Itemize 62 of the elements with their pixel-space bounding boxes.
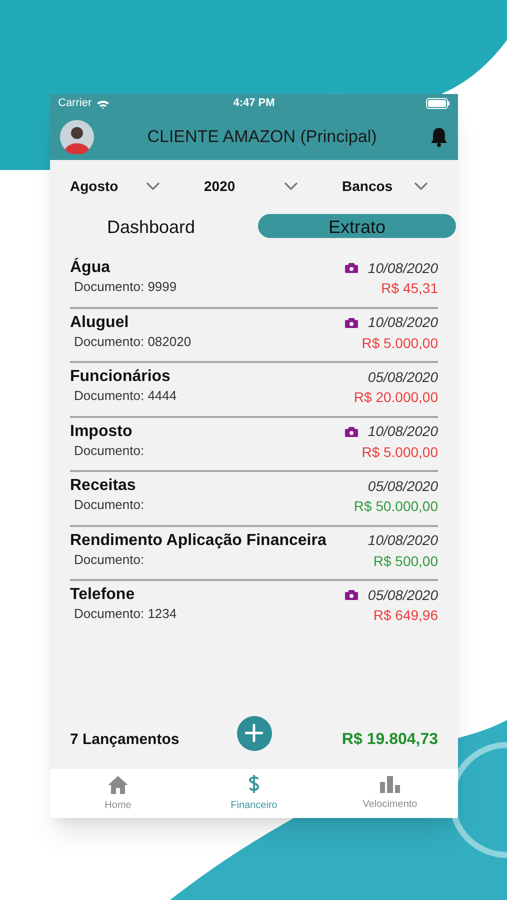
entry-row[interactable]: Receitas Documento: 05/08/2020 R$ 50.000,00: [70, 472, 438, 526]
camera-icon[interactable]: [344, 263, 358, 273]
add-button[interactable]: [236, 716, 272, 750]
entry-date: 05/08/2020: [368, 368, 438, 386]
entry-name: Água: [70, 258, 112, 278]
chevron-down-icon: [284, 182, 298, 190]
camera-icon[interactable]: [344, 426, 358, 436]
wifi-icon: [96, 98, 110, 108]
bell-icon[interactable]: [430, 126, 448, 146]
entry-document: Documento: 9999: [73, 278, 177, 296]
entry-amount: R$ 5.000,00: [362, 334, 438, 352]
tab-bar-item[interactable]: Velocimento: [322, 769, 458, 818]
header-title: CLIENTE AMAZON (Principal): [146, 126, 378, 148]
carrier-label: Carrier: [58, 96, 92, 112]
filter-dropdown[interactable]: 2020: [204, 176, 298, 196]
entry-row[interactable]: Imposto Documento: 10/08/2020 R$ 5.000,00: [70, 418, 438, 472]
entry-amount: R$ 649,96: [373, 606, 438, 625]
total-amount: R$ 19.804,73: [340, 730, 438, 750]
entry-row[interactable]: Aluguel Documento: 082020 10/08/2020 R$ 5.000,00: [70, 308, 438, 363]
entry-name: Receitas: [70, 476, 137, 496]
entry-amount: R$ 20.000,00: [354, 388, 438, 407]
entry-amount: R$ 50.000,00: [354, 497, 438, 516]
entry-name: Telefone: [70, 585, 136, 605]
entry-name: Rendimento Aplicação Financeira: [70, 530, 326, 550]
entry-count: 7 Lançamentos: [70, 730, 180, 750]
entry-document: Documento:: [73, 550, 146, 568]
entry-date: 10/08/2020: [368, 258, 438, 278]
entry-row[interactable]: Água Documento: 9999 10/08/2020 R$ 45,31: [70, 254, 438, 308]
chevron-down-icon: [146, 182, 160, 190]
entry-date: 05/08/2020: [368, 476, 438, 496]
entry-name: Imposto: [70, 422, 134, 442]
camera-icon[interactable]: [344, 318, 358, 328]
bar-chart-icon: [380, 776, 400, 792]
status-time: 4:47 PM: [233, 96, 275, 112]
tab[interactable]: Extrato: [258, 214, 456, 238]
entry-row[interactable]: Funcionários Documento: 4444 05/08/2020 R$ 20.000,00: [70, 363, 438, 418]
filter-dropdown[interactable]: Agosto: [70, 176, 160, 196]
entry-name: Aluguel: [70, 312, 130, 332]
entry-document: Documento: 1234: [73, 605, 177, 623]
entry-document: Documento:: [73, 496, 144, 514]
tab[interactable]: Dashboard: [52, 214, 250, 238]
entry-name: Funcionários: [70, 367, 172, 387]
entry-amount: R$ 500,00: [373, 552, 438, 570]
filter-dropdown[interactable]: Bancos: [342, 176, 428, 196]
entry-amount: R$ 5.000,00: [362, 442, 438, 462]
camera-icon[interactable]: [344, 590, 358, 600]
battery-icon: [426, 98, 450, 109]
chevron-down-icon: [414, 182, 428, 190]
home-icon: [107, 774, 129, 794]
entry-document: Documento: 082020: [73, 332, 192, 350]
plus-icon: [245, 724, 263, 742]
entry-row[interactable]: Telefone Documento: 1234 05/08/2020 R$ 649,96: [70, 581, 438, 636]
entry-date: 05/08/2020: [368, 586, 438, 604]
entry-amount: R$ 45,31: [381, 279, 438, 298]
entry-document: Documento:: [73, 442, 144, 460]
entry-date: 10/08/2020: [368, 313, 438, 332]
entry-row[interactable]: Rendimento Aplicação Financeira Documento: 10/08/2020 R$ 500,00: [70, 526, 438, 581]
entry-date: 10/08/2020: [368, 422, 438, 441]
dollar-icon: [248, 774, 260, 794]
entry-document: Documento: 4444: [73, 387, 177, 405]
entry-date: 10/08/2020: [368, 531, 438, 550]
avatar[interactable]: [60, 120, 94, 154]
